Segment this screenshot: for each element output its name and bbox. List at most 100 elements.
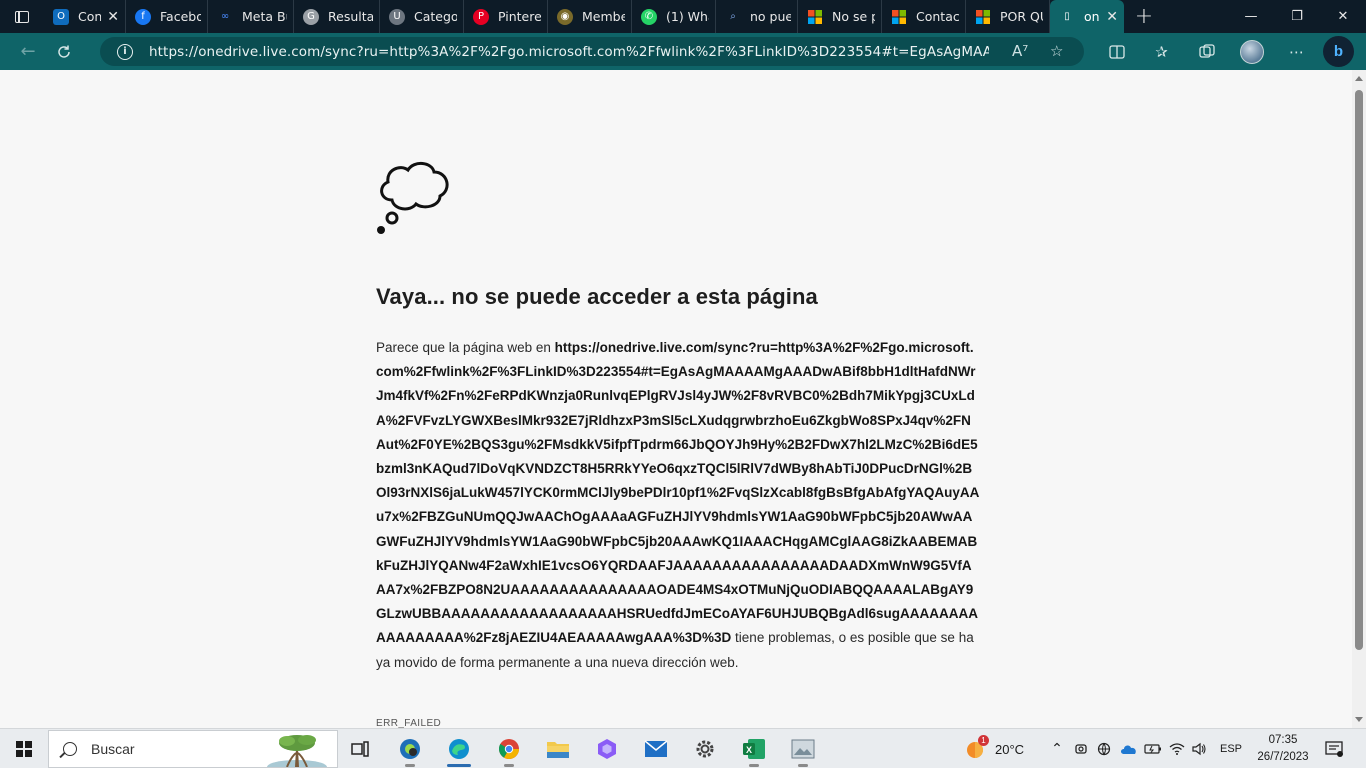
browser-tab[interactable]: ⌕ no pued xyxy=(716,0,798,33)
browser-tab[interactable]: U Categorí xyxy=(380,0,464,33)
bing-icon: b xyxy=(1333,43,1344,60)
member-icon: ◉ xyxy=(557,8,573,25)
taskbar-search[interactable]: Buscar xyxy=(48,730,338,768)
taskbar-settings[interactable] xyxy=(683,731,727,767)
tab-close-icon[interactable]: ✕ xyxy=(1106,9,1118,25)
meta-icon: ∞ xyxy=(220,11,230,22)
tab-label: Facebook xyxy=(160,9,201,24)
show-hidden-icons-chevron-icon[interactable]: ⌃ xyxy=(1048,729,1066,768)
taskbar-edge[interactable] xyxy=(437,731,481,767)
task-view-button[interactable] xyxy=(338,731,382,767)
camera-icon[interactable] xyxy=(1072,729,1090,768)
browser-tab[interactable]: ▯ oned ✕ xyxy=(1050,0,1124,33)
windows-logo-icon xyxy=(16,740,32,757)
taskbar-file-explorer[interactable] xyxy=(536,731,580,767)
clock-time: 07:35 xyxy=(1268,734,1298,746)
workspaces-icon xyxy=(15,10,29,23)
taskbar-copilot[interactable] xyxy=(585,731,629,767)
tabs-container: O Con ✕ f Facebook ∞ Meta Bus G Resultado U Catego… xyxy=(44,0,1124,33)
window-controls: — ❐ ✕ xyxy=(1228,0,1366,33)
scroll-up-arrow[interactable] xyxy=(1355,76,1363,81)
close-window-button[interactable]: ✕ xyxy=(1320,0,1366,33)
split-screen-icon[interactable] xyxy=(1094,36,1139,68)
chrome-icon xyxy=(498,739,519,759)
tab-close-icon[interactable]: ✕ xyxy=(107,9,119,25)
whatsapp-icon: ✆ xyxy=(641,8,657,25)
browser-tab[interactable]: f Facebook xyxy=(126,0,208,33)
taskbar: Buscar X 1 20°C ⌃ ESP 07:35 26/7/2023 xyxy=(0,728,1366,768)
battery-charging-icon[interactable] xyxy=(1144,729,1162,768)
volume-icon[interactable] xyxy=(1190,729,1208,768)
edge-icon xyxy=(449,739,469,759)
search-icon xyxy=(63,742,77,756)
browser-tab[interactable]: P Pinterest xyxy=(464,0,548,33)
browser-tab[interactable]: ◉ Member xyxy=(548,0,632,33)
browser-tab[interactable]: O Con ✕ xyxy=(44,0,126,33)
vpn-globe-icon[interactable] xyxy=(1096,729,1114,768)
file-explorer-icon xyxy=(547,742,569,758)
more-options-icon[interactable]: ⋯ xyxy=(1274,36,1319,68)
error-description: Parece que la página web en https://oned… xyxy=(376,336,980,675)
address-url[interactable]: https://onedrive.live.com/sync?ru=http%3… xyxy=(149,44,989,60)
site-info-icon[interactable]: i xyxy=(117,43,133,60)
toolbar-icons: ✰ ⋯ xyxy=(1094,33,1319,70)
pinterest-icon: P xyxy=(473,8,489,25)
profile-avatar[interactable] xyxy=(1229,36,1274,68)
refresh-icon xyxy=(58,45,70,58)
refresh-button[interactable] xyxy=(46,36,82,68)
taskbar-edge-dev[interactable] xyxy=(388,731,432,767)
taskbar-photos[interactable] xyxy=(781,731,825,767)
copilot-icon xyxy=(598,739,616,759)
microsoft-icon xyxy=(891,9,907,25)
browser-tab[interactable]: ∞ Meta Bus xyxy=(208,0,294,33)
browser-tab[interactable]: No se pu xyxy=(798,0,882,33)
error-page: Vaya... no se puede acceder a esta págin… xyxy=(0,70,1352,728)
browser-tab[interactable]: Contacto xyxy=(882,0,966,33)
tab-label: Pinterest xyxy=(498,9,541,24)
tab-label: no pued xyxy=(750,9,791,24)
outlook-icon: O xyxy=(53,8,69,25)
svg-text:X: X xyxy=(746,745,752,755)
tab-label: Resultado xyxy=(328,9,373,24)
tab-strip: O Con ✕ f Facebook ∞ Meta Bus G Resultado U Catego… xyxy=(0,0,1366,33)
vertical-scrollbar[interactable] xyxy=(1352,70,1366,728)
browser-tab[interactable]: POR QUÉ xyxy=(966,0,1050,33)
facebook-icon: f xyxy=(135,8,151,25)
wifi-icon[interactable] xyxy=(1168,729,1186,768)
tab-label: oned xyxy=(1084,9,1100,24)
system-clock[interactable]: 07:35 26/7/2023 xyxy=(1252,732,1314,766)
error-url: https://onedrive.live.com/sync?ru=http%3… xyxy=(376,340,980,646)
weather-widget[interactable]: 1 20°C xyxy=(965,729,1024,768)
bing-chat-button[interactable]: b xyxy=(1323,36,1354,67)
address-bar[interactable]: i https://onedrive.live.com/sync?ru=http… xyxy=(100,37,1084,66)
weather-temperature: 20°C xyxy=(995,741,1025,757)
mail-icon xyxy=(644,740,668,757)
photos-icon xyxy=(791,739,815,759)
back-button[interactable]: ← xyxy=(10,36,46,68)
weather-badge: 1 xyxy=(978,735,989,746)
favorites-icon[interactable]: ✰ xyxy=(1139,36,1184,68)
read-aloud-icon[interactable]: A⁷ xyxy=(1012,42,1028,60)
notifications-icon[interactable] xyxy=(1322,729,1346,768)
taskbar-chrome[interactable] xyxy=(487,731,531,767)
tab-label: Contacto xyxy=(916,9,959,24)
start-button[interactable] xyxy=(0,729,48,768)
page-error-icon: ▯ xyxy=(1064,11,1070,22)
new-tab-button[interactable]: + xyxy=(1124,0,1164,33)
collections-icon[interactable] xyxy=(1184,36,1229,68)
onedrive-cloud-icon[interactable] xyxy=(1120,729,1138,768)
clock-date: 26/7/2023 xyxy=(1257,751,1309,763)
search-highlight-illustration xyxy=(267,735,327,767)
scroll-down-arrow[interactable] xyxy=(1355,717,1363,722)
scrollbar-thumb[interactable] xyxy=(1355,90,1363,650)
taskbar-excel[interactable]: X xyxy=(732,731,776,767)
minimize-button[interactable]: — xyxy=(1228,0,1274,33)
input-language[interactable]: ESP xyxy=(1220,729,1242,768)
maximize-button[interactable]: ❐ xyxy=(1274,0,1320,33)
browser-tab[interactable]: G Resultado xyxy=(294,0,380,33)
taskbar-mail[interactable] xyxy=(634,731,678,767)
browser-tab[interactable]: ✆ (1) What xyxy=(632,0,716,33)
tab-actions-button[interactable] xyxy=(0,0,44,33)
tab-label: Member xyxy=(582,9,625,24)
favorite-star-icon[interactable]: ☆ xyxy=(1050,42,1063,60)
